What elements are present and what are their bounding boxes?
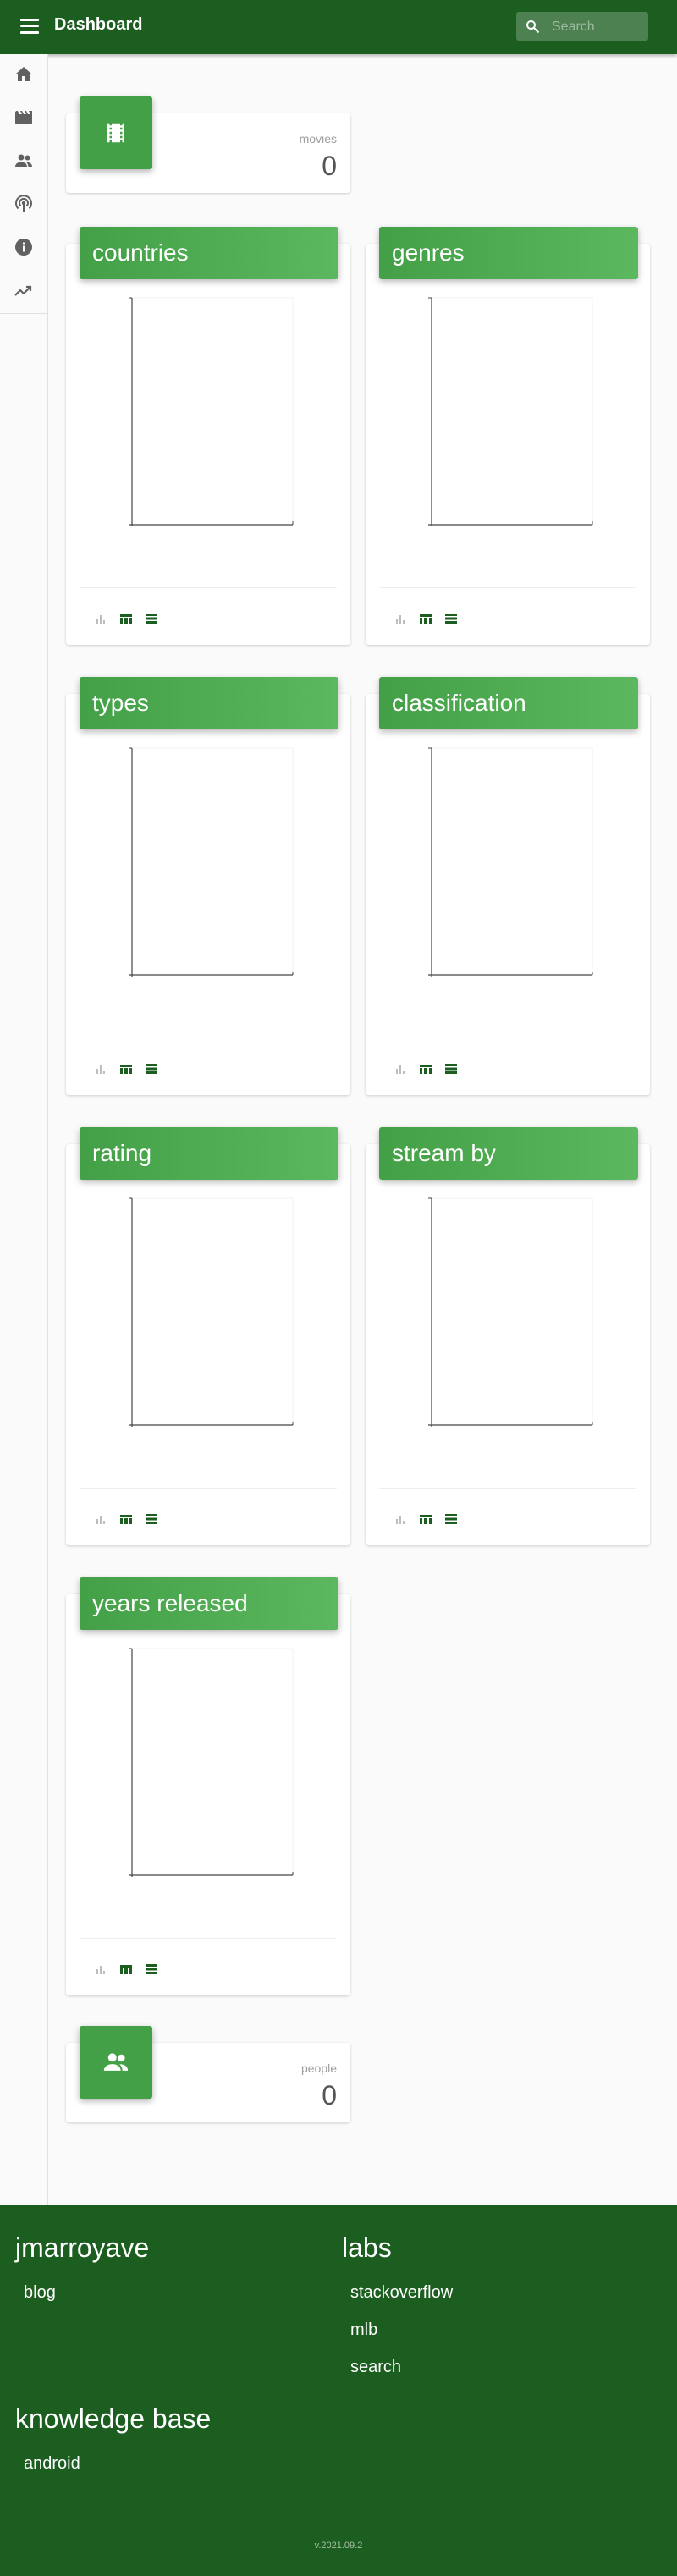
table-icon[interactable]: [118, 1062, 134, 1076]
footer-section-title: jmarroyave: [15, 2232, 150, 2263]
movies-stat-label: movies: [299, 132, 337, 146]
rail-divider: [0, 313, 47, 314]
chart-title: rating: [80, 1127, 338, 1180]
chart-plot-area: [428, 1197, 593, 1427]
site-footer: jmarroyave blog labs stackoverflow mlb s…: [0, 2205, 677, 2576]
list-icon[interactable]: [443, 1512, 459, 1526]
list-icon[interactable]: [144, 1512, 159, 1526]
chart-card-countries: countries: [66, 227, 350, 645]
version-label: v.2021.09.2: [314, 2540, 363, 2551]
list-icon[interactable]: [144, 1062, 159, 1076]
table-icon[interactable]: [118, 1962, 134, 1976]
chart-card-rating: rating: [66, 1127, 350, 1545]
list-icon[interactable]: [443, 612, 459, 625]
list-icon[interactable]: [144, 1962, 159, 1976]
people-icon: [103, 2053, 129, 2071]
chart-footer-divider: [80, 587, 337, 588]
chart-plot-area: [129, 747, 294, 977]
footer-link-mlb[interactable]: mlb: [350, 2320, 377, 2340]
footer-section-title: labs: [342, 2232, 392, 2263]
table-icon[interactable]: [418, 1062, 433, 1076]
menu-icon[interactable]: [20, 19, 39, 36]
people-stat-card: people 0: [66, 2026, 350, 2122]
chart-footer-divider: [379, 1488, 636, 1489]
list-icon[interactable]: [443, 1062, 459, 1076]
table-icon[interactable]: [118, 1512, 134, 1526]
footer-link-blog[interactable]: blog: [24, 2283, 56, 2303]
chart-card-classification: classification: [366, 677, 650, 1095]
bar-chart-icon[interactable]: [393, 1062, 408, 1076]
bar-chart-icon[interactable]: [93, 1062, 108, 1076]
table-icon[interactable]: [418, 612, 433, 625]
movies-stat-card: movies 0: [66, 96, 350, 193]
bar-chart-icon[interactable]: [393, 1512, 408, 1526]
trending-icon[interactable]: [14, 280, 34, 300]
table-icon[interactable]: [118, 612, 134, 625]
chart-title: genres: [379, 227, 638, 279]
movie-icon[interactable]: [14, 107, 34, 128]
bar-chart-icon[interactable]: [393, 612, 408, 625]
search-input[interactable]: [550, 17, 645, 37]
chart-title: countries: [80, 227, 338, 279]
bar-chart-icon[interactable]: [93, 612, 108, 625]
people-stat-value: 0: [322, 2080, 337, 2111]
footer-link-search[interactable]: search: [350, 2358, 401, 2377]
chart-card-types: types: [66, 677, 350, 1095]
chart-title: classification: [379, 677, 638, 729]
bar-chart-icon[interactable]: [93, 1962, 108, 1976]
chart-footer-divider: [80, 1488, 337, 1489]
table-icon[interactable]: [418, 1512, 433, 1526]
chart-footer-divider: [80, 1938, 337, 1939]
chart-plot-area: [129, 1197, 294, 1427]
home-icon[interactable]: [14, 64, 34, 85]
chart-footer-divider: [379, 587, 636, 588]
search-icon[interactable]: [525, 19, 540, 34]
footer-section-title: knowledge base: [15, 2403, 212, 2434]
footer-link-stackoverflow[interactable]: stackoverflow: [350, 2283, 453, 2303]
chart-plot-area: [428, 747, 593, 977]
footer-link-android[interactable]: android: [24, 2454, 80, 2474]
page-title: Dashboard: [54, 15, 143, 34]
info-icon[interactable]: [14, 237, 34, 257]
chart-title: types: [80, 677, 338, 729]
top-app-bar: Dashboard: [0, 0, 677, 54]
list-icon[interactable]: [144, 612, 159, 625]
movies-icon-box: [80, 96, 152, 169]
chart-card-years-released: years released: [66, 1577, 350, 1995]
side-rail: [0, 54, 48, 2205]
podcast-icon[interactable]: [14, 194, 34, 214]
film-icon: [107, 123, 124, 143]
movies-stat-value: 0: [322, 151, 337, 181]
chart-card-stream-by: stream by: [366, 1127, 650, 1545]
people-icon-box: [80, 2026, 152, 2099]
bar-chart-icon[interactable]: [93, 1512, 108, 1526]
chart-plot-area: [129, 297, 294, 526]
people-icon[interactable]: [14, 151, 34, 171]
search-box[interactable]: [516, 12, 648, 41]
chart-title: stream by: [379, 1127, 638, 1180]
chart-card-genres: genres: [366, 227, 650, 645]
chart-title: years released: [80, 1577, 338, 1630]
chart-plot-area: [428, 297, 593, 526]
chart-plot-area: [129, 1648, 294, 1877]
people-stat-label: people: [300, 2061, 337, 2075]
